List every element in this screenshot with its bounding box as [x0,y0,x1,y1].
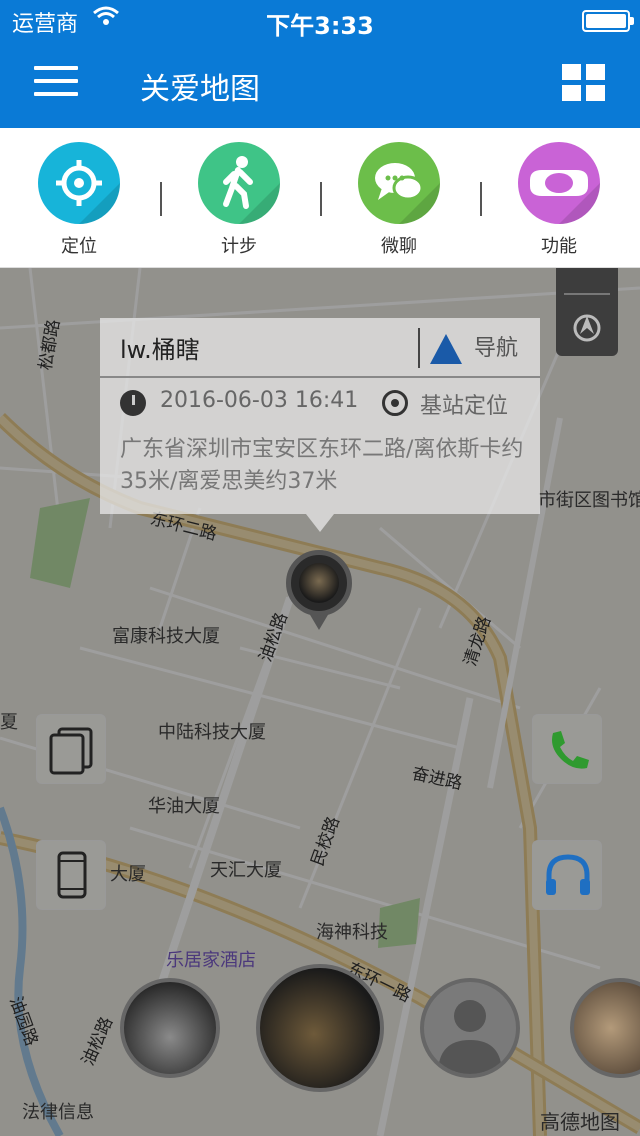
popup-pointer [306,514,334,532]
shortcut-label: 计步 [221,236,257,257]
poi-label[interactable]: 天汇大厦 [210,856,282,882]
status-bar: 运营商 下午3:33 [0,0,640,40]
location-address: 广东省深圳市宝安区东环二路/离依斯卡约35米/离爱思美约37米 [120,437,524,494]
menu-button[interactable] [34,66,78,102]
grid-icon-cell [586,85,605,101]
poi-label[interactable]: 海神科技 [316,918,388,944]
device-button[interactable] [36,840,106,910]
listen-button[interactable] [532,840,602,910]
poi-label: 夏 [0,712,18,733]
shortcut-label: 定位 [61,236,97,257]
poi-label[interactable]: 中陆科技大厦 [158,718,266,744]
location-target-icon [382,390,408,416]
avatar-device-2[interactable] [256,964,384,1092]
watch-icon [518,142,600,224]
poi-label: 大厦 [110,864,146,885]
divider [160,182,162,216]
compass-button[interactable] [556,268,618,356]
divider [100,376,540,378]
shortcut-bar: 定位 计步 微聊 功能 [0,128,640,268]
divider [320,182,322,216]
poi-label[interactable]: 乐居家酒店 [166,946,256,972]
walking-person-icon [198,142,280,224]
shortcut-label: 功能 [541,236,577,257]
hamburger-icon-line [34,92,78,96]
grid-menu-button[interactable] [562,64,606,102]
map-attribution: 高德地图 [540,1110,620,1134]
avatar-device-3[interactable] [420,978,520,1078]
hamburger-icon-line [34,79,78,83]
poi-label[interactable]: 市街区图书馆 [538,486,640,512]
device-map-pin[interactable] [286,550,352,632]
battery-icon [582,10,634,32]
navigate-button[interactable]: 导航 [430,330,518,364]
map-layers-button[interactable] [36,714,106,784]
hamburger-icon-line [34,66,78,70]
clock-icon [120,390,146,416]
poi-label: 法律信息 [22,1102,94,1123]
phone-icon [552,731,589,769]
pin-avatar [286,550,352,616]
location-type: 基站定位 [420,394,509,419]
call-button[interactable] [532,714,602,784]
page-title: 关爱地图 [140,72,260,107]
avatar-device-1[interactable] [120,978,220,1078]
divider [418,328,420,368]
default-avatar-icon [438,1000,502,1074]
shortcut-chat[interactable]: 微聊 [349,142,449,258]
device-name: lw.桶瞎 [120,336,200,364]
compass-icon [564,293,610,342]
headset-icon [546,854,590,895]
navigation-arrow-icon [430,334,462,364]
location-info-popup: lw.桶瞎 导航 2016-06-03 16:41 基站定位 广东省深圳市宝安区… [100,318,540,532]
shortcut-pedometer[interactable]: 计步 [189,142,289,258]
chat-bubble-icon [358,142,440,224]
phone-device-icon [57,851,87,899]
shortcut-locate[interactable]: 定位 [29,142,129,258]
navigate-label: 导航 [474,336,519,361]
layers-icon [49,727,93,775]
poi-label[interactable]: 富康科技大厦 [112,622,220,648]
grid-icon-cell [562,85,581,101]
poi-label[interactable]: 华油大厦 [148,792,220,818]
shortcut-functions[interactable]: 功能 [509,142,609,258]
app-header: 关爱地图 [0,40,640,128]
grid-icon-cell [562,64,581,80]
shortcut-label: 微聊 [381,236,417,257]
grid-icon-cell [586,64,605,80]
location-target-icon [38,142,120,224]
status-time: 下午3:33 [266,12,374,40]
divider [480,182,482,216]
location-time: 2016-06-03 16:41 [160,388,359,413]
